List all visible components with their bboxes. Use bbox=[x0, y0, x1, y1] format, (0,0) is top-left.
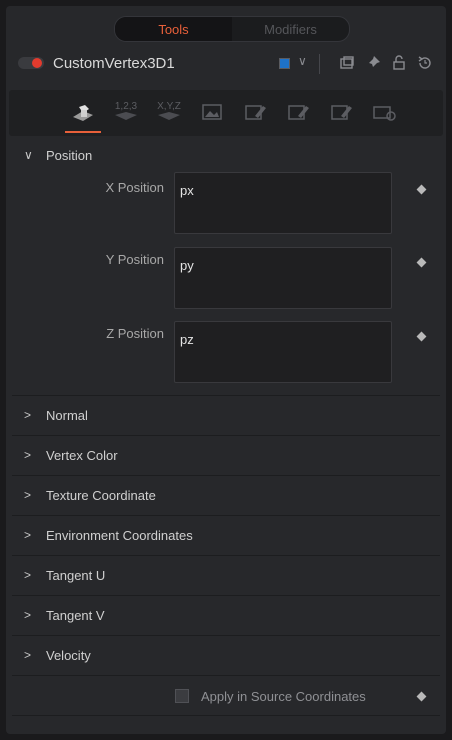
section-label: Vertex Color bbox=[46, 447, 118, 463]
z-position-expression[interactable]: pz bbox=[174, 321, 392, 383]
apply-source-keyframe-diamond[interactable] bbox=[416, 691, 427, 702]
apply-source-label: Apply in Source Coordinates bbox=[201, 689, 366, 704]
chevron-down-icon: ∨ bbox=[24, 148, 33, 162]
header-divider bbox=[319, 54, 320, 74]
section-vertex-color[interactable]: > Vertex Color bbox=[12, 436, 440, 474]
chevron-right-icon: > bbox=[24, 448, 32, 462]
inspector-panel: Tools Modifiers CustomVertex3D1 ∨ 1,2,3 … bbox=[6, 6, 446, 734]
numbers-tab-shape bbox=[115, 112, 137, 120]
tab-switch: Tools Modifiers bbox=[114, 16, 350, 42]
settings-tab-icon[interactable] bbox=[370, 101, 398, 123]
chevron-right-icon: > bbox=[24, 608, 32, 622]
numbers-tab-label: 1,2,3 bbox=[114, 101, 138, 112]
numbers-tab-icon[interactable]: 1,2,3 bbox=[112, 101, 140, 123]
x-position-keyframe-diamond[interactable] bbox=[416, 184, 427, 195]
edit-tab-icon-1[interactable] bbox=[241, 101, 269, 123]
y-position-keyframe-diamond[interactable] bbox=[416, 257, 427, 268]
section-label: Tangent V bbox=[46, 607, 105, 623]
controls-tab-icon[interactable] bbox=[69, 101, 97, 123]
clipboard-icon[interactable] bbox=[338, 54, 356, 72]
edit-tab-icon-2[interactable] bbox=[284, 101, 312, 123]
section-tangent-u[interactable]: > Tangent U bbox=[12, 556, 440, 594]
section-normal[interactable]: > Normal bbox=[12, 396, 440, 434]
y-position-expression[interactable]: py bbox=[174, 247, 392, 309]
top-tab-bar: Tools Modifiers bbox=[6, 6, 446, 44]
tool-header: CustomVertex3D1 ∨ bbox=[6, 46, 446, 82]
chevron-right-icon: > bbox=[24, 568, 32, 582]
z-position-keyframe-diamond[interactable] bbox=[416, 331, 427, 342]
section-label: Velocity bbox=[46, 647, 91, 663]
section-label: Normal bbox=[46, 407, 88, 423]
section-texture-coordinate[interactable]: > Texture Coordinate bbox=[12, 476, 440, 514]
tool-name[interactable]: CustomVertex3D1 bbox=[53, 55, 175, 72]
xyz-tab-icon[interactable]: X,Y,Z bbox=[155, 101, 183, 123]
section-divider bbox=[12, 675, 440, 676]
chevron-right-icon: > bbox=[24, 488, 32, 502]
edit-tab-icon-3[interactable] bbox=[327, 101, 355, 123]
section-tangent-v[interactable]: > Tangent V bbox=[12, 596, 440, 634]
z-position-label: Z Position bbox=[106, 326, 164, 341]
section-divider bbox=[12, 715, 440, 716]
chevron-right-icon: > bbox=[24, 648, 32, 662]
x-position-expression[interactable]: px bbox=[174, 172, 392, 234]
lock-icon[interactable] bbox=[390, 54, 408, 72]
tool-enable-toggle[interactable] bbox=[18, 57, 44, 69]
image-tab-icon[interactable] bbox=[198, 101, 226, 123]
tab-modifiers[interactable]: Modifiers bbox=[232, 17, 349, 41]
x-position-label: X Position bbox=[105, 180, 164, 195]
section-label: Tangent U bbox=[46, 567, 106, 583]
xyz-tab-shape bbox=[158, 112, 180, 120]
reset-icon[interactable] bbox=[416, 54, 434, 72]
section-label: Texture Coordinate bbox=[46, 487, 156, 503]
section-position[interactable]: ∨ Position bbox=[12, 136, 440, 174]
inspector-icon-toolbar: 1,2,3 X,Y,Z bbox=[9, 90, 443, 136]
chevron-down-icon[interactable]: ∨ bbox=[298, 54, 307, 68]
toggle-indicator bbox=[32, 58, 42, 68]
section-environment-coordinates[interactable]: > Environment Coordinates bbox=[12, 516, 440, 554]
apply-source-checkbox[interactable] bbox=[175, 689, 189, 703]
pin-icon[interactable] bbox=[364, 54, 382, 72]
tool-color-swatch[interactable] bbox=[279, 58, 290, 69]
section-label: Environment Coordinates bbox=[46, 527, 193, 543]
y-position-label: Y Position bbox=[105, 252, 164, 267]
chevron-right-icon: > bbox=[24, 408, 32, 422]
tab-tools[interactable]: Tools bbox=[115, 17, 232, 41]
chevron-right-icon: > bbox=[24, 528, 32, 542]
xyz-tab-label: X,Y,Z bbox=[157, 101, 181, 112]
active-tab-indicator bbox=[65, 131, 101, 133]
section-velocity[interactable]: > Velocity bbox=[12, 636, 440, 674]
section-label: Position bbox=[46, 147, 93, 163]
